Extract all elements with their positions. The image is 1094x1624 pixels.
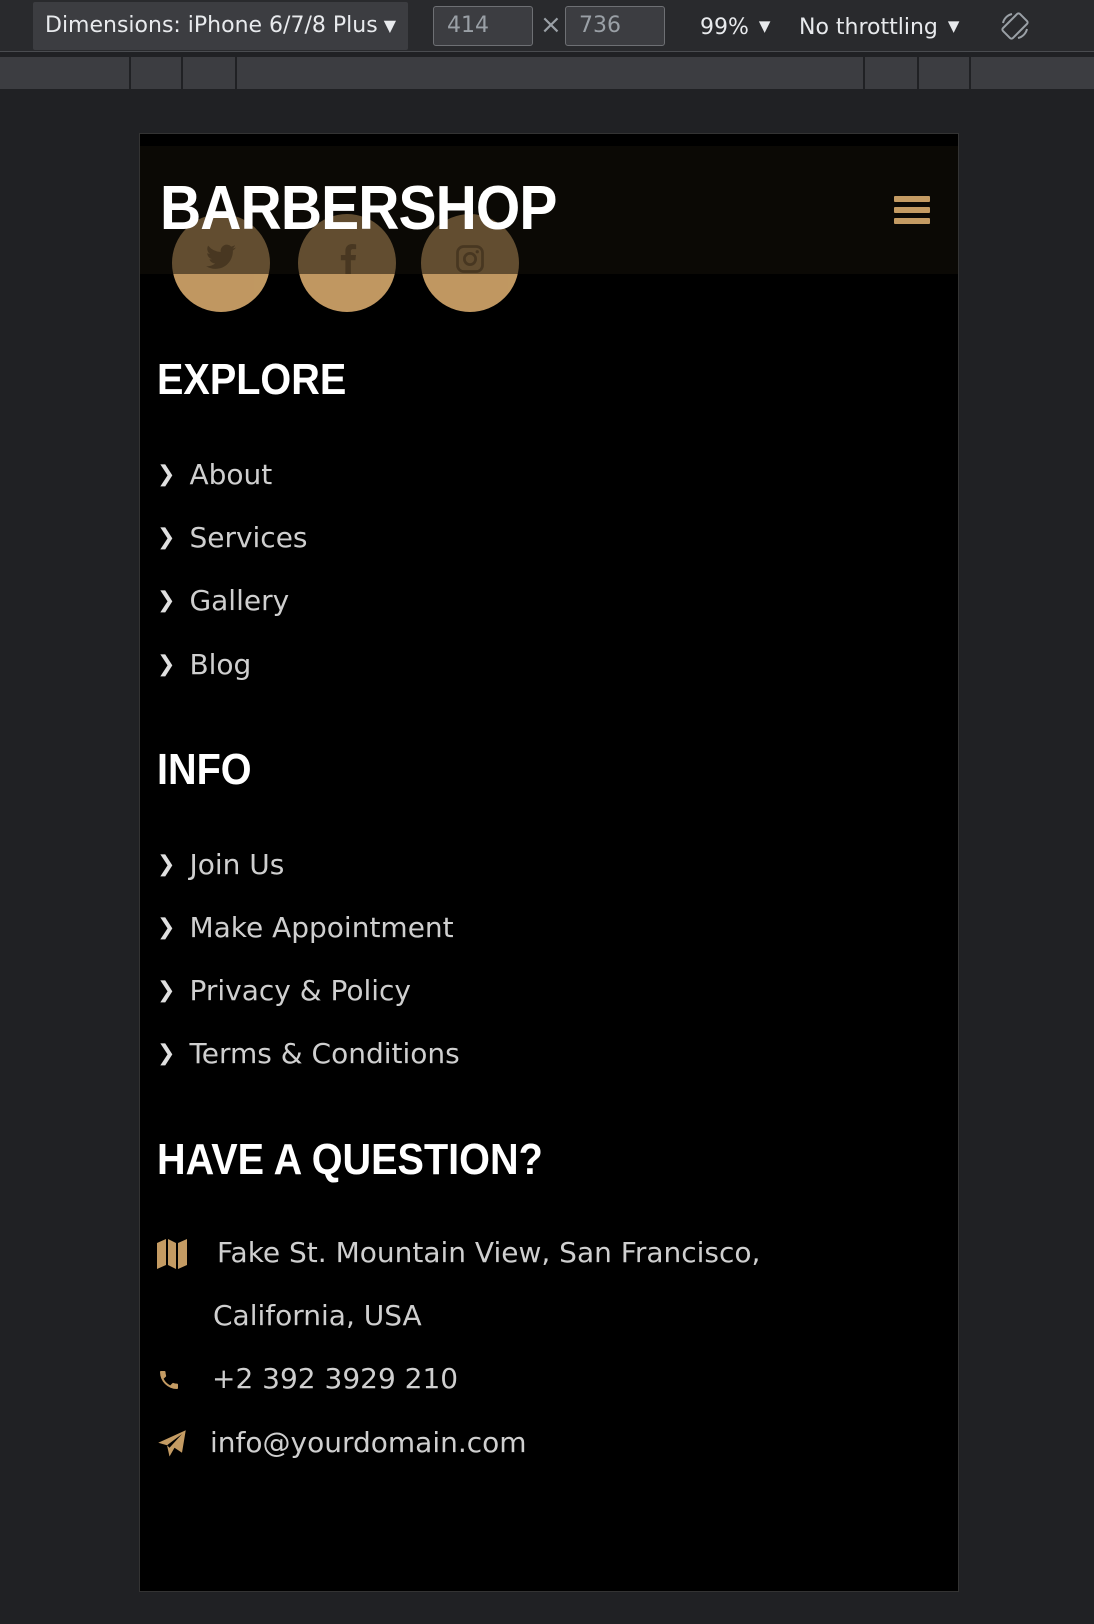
- chevron-down-icon: ▼: [947, 17, 960, 35]
- media-query-segment[interactable]: [865, 57, 919, 89]
- map-icon: [157, 1239, 187, 1269]
- footer-link-label: Gallery: [189, 584, 290, 617]
- times-separator: ×: [540, 10, 562, 40]
- footer-link-gallery[interactable]: ❯ Gallery: [157, 587, 289, 615]
- width-input[interactable]: 414: [433, 6, 533, 46]
- media-query-segment[interactable]: [131, 57, 183, 89]
- media-query-segment[interactable]: [0, 57, 131, 89]
- brand-logo[interactable]: BARBERSHOP: [160, 178, 557, 240]
- footer-link-label: Blog: [189, 648, 252, 681]
- phone-number: +2 392 3929 210: [212, 1362, 459, 1395]
- throttling-dropdown[interactable]: No throttling ▼: [799, 0, 959, 52]
- explore-heading: EXPLORE: [157, 355, 347, 404]
- footer-link-label: Services: [189, 521, 308, 554]
- height-input[interactable]: 736: [565, 6, 665, 46]
- address-line-1: Fake St. Mountain View, San Francisco,: [217, 1236, 761, 1269]
- chevron-right-icon: ❯: [157, 852, 176, 877]
- footer-link-label: Privacy & Policy: [189, 974, 411, 1007]
- email-address: info@yourdomain.com: [210, 1426, 527, 1459]
- footer-link-label: Make Appointment: [189, 911, 454, 944]
- contact-phone[interactable]: +2 392 3929 210: [157, 1365, 757, 1399]
- footer-link-make-appointment[interactable]: ❯ Make Appointment: [157, 914, 454, 942]
- paper-plane-icon: [158, 1430, 186, 1457]
- device-viewport: BARBERSHOP EXPLORE ❯ About ❯ Services ❯ Gal…: [139, 133, 959, 1592]
- media-query-segment[interactable]: [971, 57, 1094, 89]
- contact-email[interactable]: info@yourdomain.com: [157, 1429, 757, 1463]
- zoom-label: 99%: [700, 15, 749, 40]
- chevron-right-icon: ❯: [157, 1041, 176, 1066]
- contact-address: Fake St. Mountain View, San Francisco, C…: [157, 1239, 937, 1359]
- footer-link-blog[interactable]: ❯ Blog: [157, 651, 251, 679]
- info-heading: INFO: [157, 745, 252, 794]
- footer-link-privacy-policy[interactable]: ❯ Privacy & Policy: [157, 977, 411, 1005]
- chevron-right-icon: ❯: [157, 462, 176, 487]
- media-query-segment[interactable]: [183, 57, 237, 89]
- footer-link-label: Terms & Conditions: [189, 1037, 460, 1070]
- footer-link-terms-conditions[interactable]: ❯ Terms & Conditions: [157, 1040, 460, 1068]
- footer-link-join-us[interactable]: ❯ Join Us: [157, 851, 284, 879]
- twitter-icon: [206, 244, 236, 269]
- hamburger-menu-icon[interactable]: [894, 196, 930, 226]
- media-query-segment[interactable]: [237, 57, 865, 89]
- media-query-bar: [0, 57, 1094, 89]
- instagram-icon: [456, 245, 484, 273]
- chevron-right-icon: ❯: [157, 525, 176, 550]
- devtools-device-toolbar: Dimensions: iPhone 6/7/8 Plus ▼ 414 × 73…: [0, 0, 1094, 52]
- phone-icon: [160, 1371, 178, 1389]
- footer-link-services[interactable]: ❯ Services: [157, 524, 308, 552]
- facebook-icon: [340, 244, 357, 274]
- dimensions-dropdown[interactable]: Dimensions: iPhone 6/7/8 Plus ▼: [33, 2, 408, 50]
- chevron-right-icon: ❯: [157, 915, 176, 940]
- rotate-icon[interactable]: [1000, 11, 1030, 41]
- address-line-2: California, USA: [213, 1299, 422, 1332]
- footer-link-label: Join Us: [189, 848, 285, 881]
- dimensions-label: Dimensions: iPhone 6/7/8 Plus: [45, 13, 378, 38]
- footer-link-label: About: [189, 458, 273, 491]
- throttling-label: No throttling: [799, 15, 938, 40]
- zoom-dropdown[interactable]: 99% ▼: [700, 0, 770, 52]
- chevron-right-icon: ❯: [157, 588, 176, 613]
- footer-link-about[interactable]: ❯ About: [157, 461, 272, 489]
- contact-heading: HAVE A QUESTION?: [157, 1135, 543, 1184]
- chevron-right-icon: ❯: [157, 978, 176, 1003]
- chevron-down-icon: ▼: [383, 16, 396, 35]
- chevron-right-icon: ❯: [157, 652, 176, 677]
- chevron-down-icon: ▼: [758, 17, 771, 35]
- media-query-segment[interactable]: [919, 57, 971, 89]
